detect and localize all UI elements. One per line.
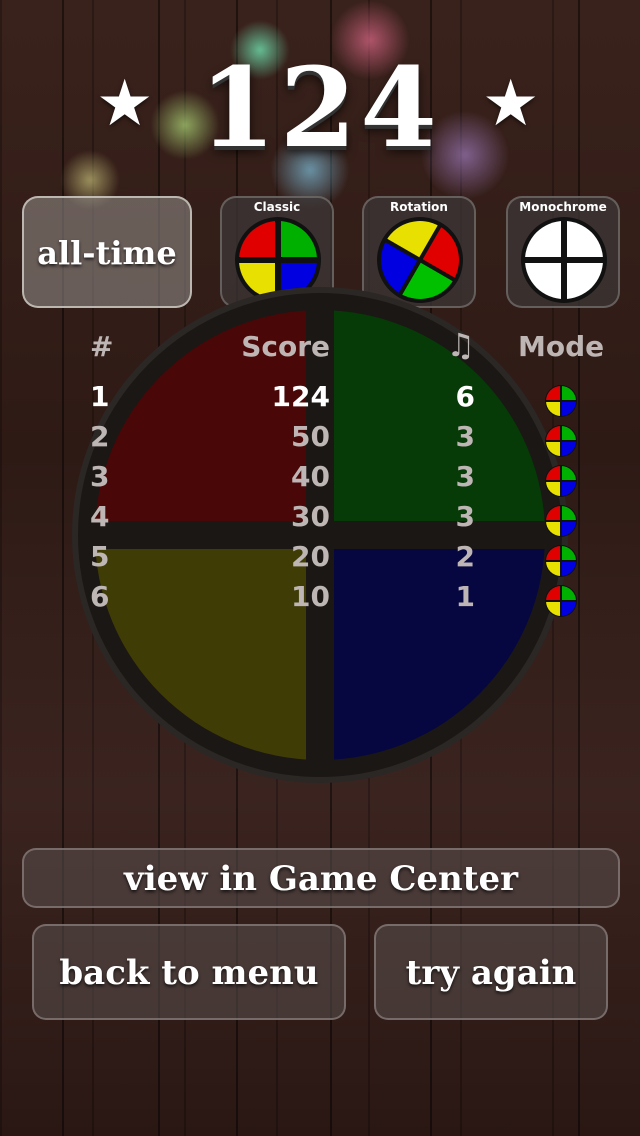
view-in-game-center-button[interactable]: view in Game Center bbox=[22, 848, 620, 908]
back-to-menu-button[interactable]: back to menu bbox=[32, 924, 346, 1020]
final-score: 124 bbox=[199, 43, 441, 172]
row-score: 10 bbox=[291, 580, 330, 613]
table-row: 2 50 3 bbox=[0, 420, 640, 460]
classic-mode-icon bbox=[544, 424, 578, 465]
row-score: 50 bbox=[291, 420, 330, 453]
row-rank: 4 bbox=[90, 500, 110, 533]
row-rank: 1 bbox=[90, 380, 110, 413]
classic-mode-label: Classic bbox=[253, 200, 301, 214]
row-notes: 2 bbox=[455, 540, 475, 573]
table-row: 4 30 3 bbox=[0, 500, 640, 540]
classic-mode-icon bbox=[544, 464, 578, 505]
row-notes: 3 bbox=[455, 460, 475, 493]
row-score: 124 bbox=[271, 380, 330, 413]
row-rank: 5 bbox=[90, 540, 110, 573]
row-notes: 1 bbox=[455, 580, 475, 613]
table-row: 5 20 2 bbox=[0, 540, 640, 580]
table-row: 6 10 1 bbox=[0, 580, 640, 620]
score-header: Score bbox=[241, 330, 330, 363]
row-rank: 2 bbox=[90, 420, 110, 453]
row-notes: 3 bbox=[455, 420, 475, 453]
rotation-mode-label: Rotation bbox=[390, 200, 448, 214]
monochrome-mode-label: Monochrome bbox=[519, 200, 607, 214]
row-score: 30 bbox=[291, 500, 330, 533]
notes-header-icon: ♫ bbox=[446, 326, 475, 364]
rank-header: # bbox=[90, 330, 114, 363]
table-row: 3 40 3 bbox=[0, 460, 640, 500]
classic-mode-icon bbox=[544, 584, 578, 625]
row-score: 20 bbox=[291, 540, 330, 573]
row-score: 40 bbox=[291, 460, 330, 493]
table-row: 1 124 6 bbox=[0, 380, 640, 420]
classic-mode-icon bbox=[544, 384, 578, 425]
row-notes: 6 bbox=[455, 380, 475, 413]
mode-header: Mode bbox=[518, 330, 605, 363]
row-notes: 3 bbox=[455, 500, 475, 533]
classic-mode-icon bbox=[544, 544, 578, 585]
row-rank: 3 bbox=[90, 460, 110, 493]
try-again-button[interactable]: try again bbox=[374, 924, 608, 1020]
row-rank: 6 bbox=[90, 580, 110, 613]
classic-mode-icon bbox=[544, 504, 578, 545]
